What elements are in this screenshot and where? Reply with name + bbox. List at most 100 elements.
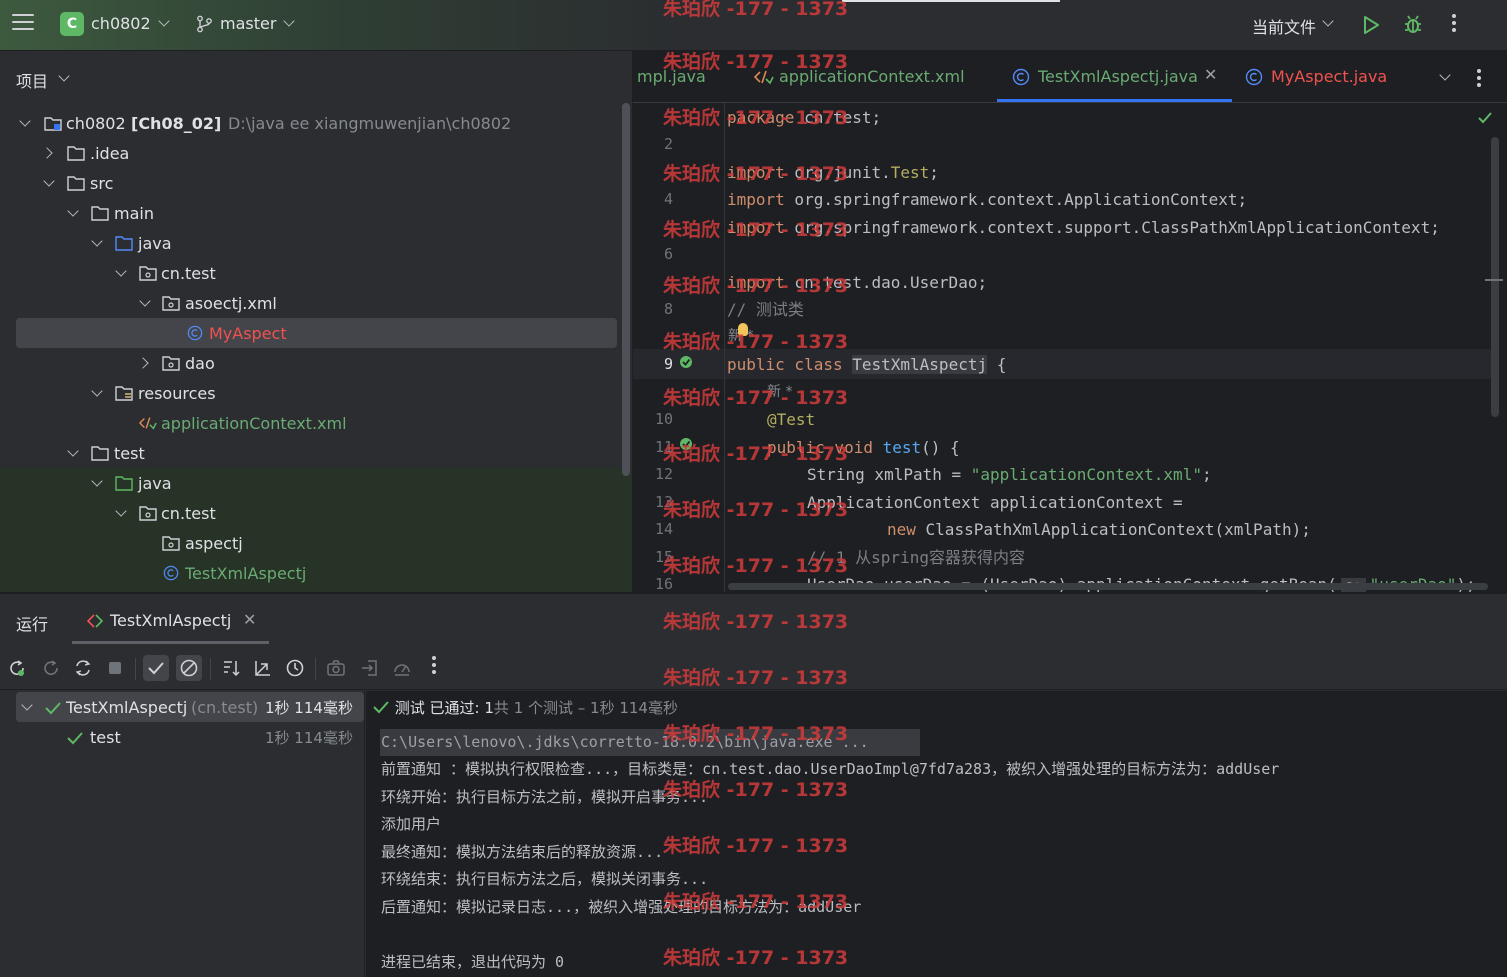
- code-line[interactable]: new ClassPathXmlApplicationContext(xmlPa…: [887, 516, 1311, 543]
- close-icon[interactable]: ✕: [243, 610, 256, 629]
- lightbulb-icon[interactable]: [738, 323, 748, 336]
- tab-more-icon[interactable]: [1475, 69, 1483, 89]
- tree-item-ch0802[interactable]: ch0802 [Ch08_02] D:\java ee xiangmuwenji…: [0, 108, 632, 138]
- chevron-down-icon[interactable]: [1322, 15, 1334, 27]
- code-line[interactable]: package cn.test;: [727, 104, 881, 131]
- tests-passed-text: 测试 已通过: 1: [394, 699, 494, 717]
- code-line[interactable]: import org.junit.Test;: [727, 159, 939, 186]
- run-icon[interactable]: [1361, 15, 1381, 35]
- history-icon[interactable]: [282, 655, 308, 681]
- tree-item-package[interactable]: cn.test: [0, 498, 632, 528]
- tree-item-idea[interactable]: .idea: [0, 138, 632, 168]
- main-menu-icon[interactable]: [12, 14, 34, 34]
- no-problems-check-icon[interactable]: [1477, 111, 1493, 125]
- tree-item-testxmlaspectj[interactable]: TestXmlAspectj: [0, 558, 632, 588]
- chevron-down-icon[interactable]: [91, 385, 103, 397]
- tree-item-package[interactable]: asoectj.xml: [0, 288, 632, 318]
- more-actions-icon[interactable]: [1450, 14, 1458, 36]
- tree-item-package[interactable]: cn.test: [0, 258, 632, 288]
- tree-item-src[interactable]: src: [0, 168, 632, 198]
- code-line[interactable]: import org.springframework.context.Appli…: [727, 186, 1247, 213]
- project-panel-title[interactable]: 项目: [16, 68, 48, 92]
- test-case-row[interactable]: test 1秒 114毫秒: [16, 722, 364, 752]
- debug-icon[interactable]: [1402, 14, 1424, 36]
- code-line[interactable]: ApplicationContext applicationContext =: [807, 489, 1183, 516]
- tree-item-test[interactable]: test: [0, 438, 632, 468]
- tree-item-myaspect[interactable]: MyAspect: [0, 318, 632, 348]
- tab-list-chevron-icon[interactable]: [1439, 69, 1451, 81]
- tree-item-dao[interactable]: dao: [0, 348, 632, 378]
- folder-icon: [91, 446, 109, 461]
- run-test-gutter-icon[interactable]: [679, 437, 695, 453]
- passed-check-icon: [67, 732, 83, 745]
- close-icon[interactable]: ✕: [1204, 65, 1217, 84]
- code-line[interactable]: @Test: [767, 406, 815, 433]
- chevron-down-icon[interactable]: [115, 505, 127, 517]
- code-line[interactable]: // 测试类: [727, 296, 804, 323]
- show-ignored-toggle-icon[interactable]: [176, 655, 202, 681]
- chevron-down-icon[interactable]: [158, 15, 170, 27]
- project-scrollbar[interactable]: [622, 103, 630, 476]
- chevron-down-icon[interactable]: [67, 205, 79, 217]
- scroll-marker: [1485, 279, 1503, 281]
- chevron-right-icon[interactable]: [137, 357, 149, 369]
- chevron-down-icon[interactable]: [58, 70, 70, 82]
- chevron-down-icon[interactable]: [67, 445, 79, 457]
- line-number: 15: [654, 548, 673, 566]
- rerun-failed-icon[interactable]: [38, 655, 64, 681]
- tab-impl[interactable]: mpl.java: [637, 67, 706, 86]
- project-name[interactable]: ch0802: [91, 14, 151, 33]
- tree-item-resources[interactable]: resources: [0, 378, 632, 408]
- chevron-right-icon[interactable]: [41, 147, 53, 159]
- stop-icon[interactable]: [102, 655, 128, 681]
- author-hint[interactable]: 新 *: [767, 379, 792, 406]
- screenshot-icon[interactable]: [323, 655, 349, 681]
- code-line[interactable]: import org.springframework.context.suppo…: [727, 214, 1440, 241]
- chevron-down-icon[interactable]: [21, 699, 33, 711]
- tree-item-java[interactable]: java: [0, 228, 632, 258]
- run-tab-testxmlaspectj[interactable]: TestXmlAspectj: [110, 611, 231, 630]
- code-line[interactable]: String xmlPath = "applicationContext.xml…: [807, 461, 1212, 488]
- chevron-down-icon[interactable]: [43, 175, 55, 187]
- code-line[interactable]: public void test() {: [767, 434, 960, 461]
- tree-item-main[interactable]: main: [0, 198, 632, 228]
- gutter-separator: [724, 103, 725, 592]
- chevron-down-icon[interactable]: [19, 115, 31, 127]
- code-line[interactable]: public class TestXmlAspectj {: [727, 351, 1006, 378]
- package-icon: [162, 536, 180, 551]
- code-editor: mpl.java applicationContext.xml TestXmlA…: [633, 51, 1507, 592]
- show-passed-toggle-icon[interactable]: [143, 655, 169, 681]
- console-line: 添加用户: [381, 815, 442, 833]
- test-suite-row[interactable]: TestXmlAspectj (cn.test) 1秒 114毫秒: [16, 692, 364, 722]
- tree-item-applicationcontext[interactable]: applicationContext.xml: [0, 408, 632, 438]
- code-line[interactable]: // 1 从spring容器获得内容: [807, 544, 1025, 571]
- chevron-down-icon[interactable]: [91, 235, 103, 247]
- chevron-down-icon[interactable]: [91, 475, 103, 487]
- import-tests-icon[interactable]: [357, 655, 383, 681]
- project-badge[interactable]: C: [60, 12, 84, 36]
- chevron-down-icon[interactable]: [115, 265, 127, 277]
- run-test-gutter-icon[interactable]: [679, 355, 695, 371]
- tree-label: MyAspect: [209, 323, 287, 343]
- run-more-icon[interactable]: [430, 656, 438, 676]
- console-line[interactable]: C:\Users\lenovo\.jdks\corretto-18.0.2\bi…: [381, 729, 869, 756]
- rerun-icon[interactable]: [4, 655, 30, 681]
- tree-item-aspectj[interactable]: aspectj: [0, 528, 632, 558]
- resources-folder-icon: [115, 386, 133, 401]
- sort-icon[interactable]: [218, 655, 244, 681]
- tab-testxmlaspectj[interactable]: TestXmlAspectj.java: [1038, 67, 1198, 86]
- toggle-auto-test-icon[interactable]: [70, 655, 96, 681]
- tab-applicationcontext[interactable]: applicationContext.xml: [779, 67, 965, 86]
- run-config-selector[interactable]: 当前文件: [1252, 14, 1316, 38]
- editor-scrollbar[interactable]: [1491, 137, 1499, 417]
- coverage-icon[interactable]: [389, 655, 415, 681]
- console-output[interactable]: 测试 已通过: 1共 1 个测试 – 1秒 114毫秒 C:\Users\len…: [366, 691, 1507, 977]
- chevron-down-icon[interactable]: [139, 295, 151, 307]
- tree-item-test-java[interactable]: java: [0, 468, 632, 498]
- branch-selector[interactable]: master: [220, 14, 276, 33]
- editor-horizontal-scrollbar[interactable]: [728, 583, 1488, 590]
- chevron-down-icon[interactable]: [283, 15, 295, 27]
- collapse-all-icon[interactable]: [250, 655, 276, 681]
- tab-myaspect[interactable]: MyAspect.java: [1271, 67, 1387, 86]
- code-line[interactable]: import cn.test.dao.UserDao;: [727, 269, 987, 296]
